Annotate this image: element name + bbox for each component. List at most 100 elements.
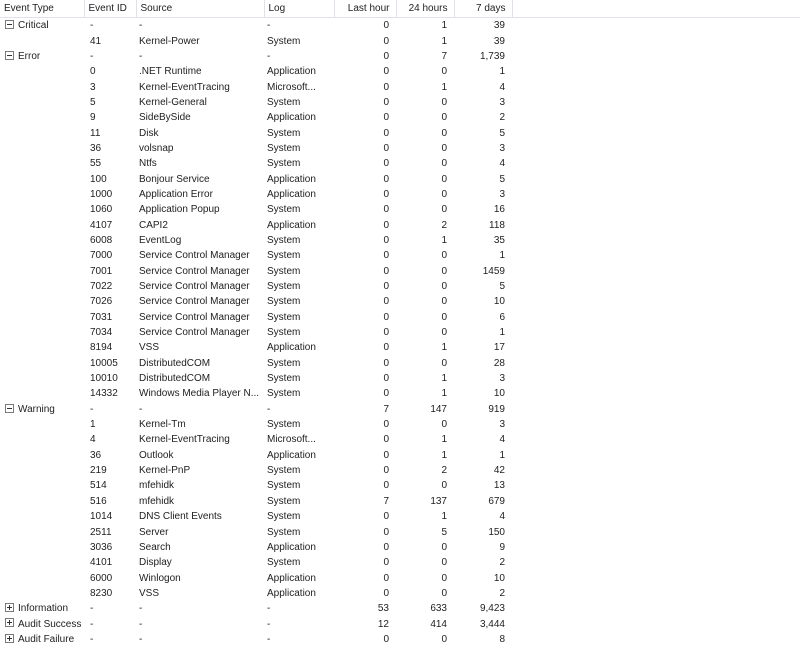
source-cell: EventLog bbox=[139, 234, 182, 246]
last-hour-cell: 0 bbox=[383, 281, 389, 293]
group-row[interactable]: Critical - - - 0 1 39 bbox=[0, 18, 512, 34]
group-row[interactable]: Warning - - - 7 147 919 bbox=[0, 402, 512, 417]
event-row[interactable]: 516 mfehidk System 7 137 679 bbox=[0, 494, 512, 509]
event-row[interactable]: 4107 CAPI2 Application 0 2 118 bbox=[0, 217, 512, 232]
event-row[interactable]: 2511 Server System 0 5 150 bbox=[0, 524, 512, 539]
source-cell: Display bbox=[139, 557, 172, 569]
event-row[interactable]: 514 mfehidk System 0 0 13 bbox=[0, 478, 512, 493]
group-type-cell[interactable]: Warning bbox=[0, 402, 84, 417]
last-7-days-cell: 17 bbox=[493, 342, 505, 354]
last-hour-cell: 0 bbox=[383, 511, 389, 523]
event-row[interactable]: 14332 Windows Media Player N... System 0 1 10 bbox=[0, 386, 512, 401]
collapse-icon[interactable] bbox=[5, 50, 14, 60]
event-row[interactable]: 1 Kernel-Tm System 0 0 3 bbox=[0, 417, 512, 432]
group-type-cell[interactable]: Audit Success bbox=[0, 616, 84, 631]
event-row[interactable]: 4101 Display System 0 0 2 bbox=[0, 555, 512, 570]
group-row[interactable]: Information - - - 53 633 9,423 bbox=[0, 601, 512, 616]
last-7-days-cell: 5 bbox=[499, 127, 505, 139]
group-type-cell[interactable]: Audit Failure bbox=[0, 632, 84, 647]
event-type-cell bbox=[0, 233, 84, 248]
event-row[interactable]: 7026 Service Control Manager System 0 0 10 bbox=[0, 294, 512, 309]
column-header-24-hours[interactable]: 24 hours bbox=[396, 0, 455, 18]
log-cell: System bbox=[267, 296, 301, 308]
event-row[interactable]: 55 Ntfs System 0 0 4 bbox=[0, 156, 512, 171]
column-header-event-id[interactable]: Event ID bbox=[84, 0, 137, 18]
log-cell: System bbox=[267, 96, 301, 108]
event-row[interactable]: 219 Kernel-PnP System 0 2 42 bbox=[0, 463, 512, 478]
event-id-cell: 7034 bbox=[90, 327, 113, 339]
last-7-days-cell: 3 bbox=[499, 96, 505, 108]
event-row[interactable]: 41 Kernel-Power System 0 1 39 bbox=[0, 33, 512, 48]
event-row[interactable]: 1014 DNS Client Events System 0 1 4 bbox=[0, 509, 512, 524]
event-row[interactable]: 0 .NET Runtime Application 0 0 1 bbox=[0, 64, 512, 79]
event-row[interactable]: 10005 DistributedCOM System 0 0 28 bbox=[0, 356, 512, 371]
last-7-days-cell: 10 bbox=[493, 296, 505, 308]
log-cell: Application bbox=[267, 541, 316, 553]
column-header-row: Event Type Event ID Source Log Last hour… bbox=[0, 0, 513, 18]
event-type-cell bbox=[0, 386, 84, 401]
event-id-cell: 5 bbox=[90, 96, 96, 108]
column-header-event-type[interactable]: Event Type bbox=[0, 0, 85, 18]
source-cell: - bbox=[139, 403, 143, 415]
event-row[interactable]: 7031 Service Control Manager System 0 0 6 bbox=[0, 310, 512, 325]
event-id-cell: 4101 bbox=[90, 557, 113, 569]
event-id-cell: 219 bbox=[90, 465, 107, 477]
source-cell: Service Control Manager bbox=[139, 250, 250, 262]
event-row[interactable]: 1060 Application Popup System 0 0 16 bbox=[0, 202, 512, 217]
column-header-7-days[interactable]: 7 days bbox=[454, 0, 513, 18]
column-header-last-hour[interactable]: Last hour bbox=[334, 0, 397, 18]
source-cell: Kernel-EventTracing bbox=[139, 81, 230, 93]
event-type-cell bbox=[0, 79, 84, 94]
event-row[interactable]: 36 volsnap System 0 0 3 bbox=[0, 141, 512, 156]
collapse-icon[interactable] bbox=[5, 403, 14, 413]
event-type-cell bbox=[0, 417, 84, 432]
event-row[interactable]: 7001 Service Control Manager System 0 0 1459 bbox=[0, 264, 512, 279]
last-hour-cell: 0 bbox=[383, 342, 389, 354]
group-row[interactable]: Audit Success - - -12 414 3,444 bbox=[0, 616, 512, 631]
event-row[interactable]: 8194 VSS Application 0 1 17 bbox=[0, 340, 512, 355]
group-type-label: Error bbox=[18, 50, 41, 62]
group-type-cell[interactable]: Error bbox=[0, 49, 84, 64]
event-row[interactable]: 9 SideBySide Application 0 0 2 bbox=[0, 110, 512, 125]
event-row[interactable]: 3036 Search Application 0 0 9 bbox=[0, 540, 512, 555]
expand-icon[interactable] bbox=[5, 618, 14, 628]
last-hour-cell: 0 bbox=[383, 250, 389, 262]
group-row[interactable]: Audit Failure - - - 0 0 8 bbox=[0, 632, 512, 647]
event-row[interactable]: 11 Disk System 0 0 5 bbox=[0, 125, 512, 140]
event-row[interactable]: 100 Bonjour Service Application 0 0 5 bbox=[0, 171, 512, 186]
last-hour-cell: 53 bbox=[377, 603, 389, 615]
last-24-hours-cell: 1 bbox=[441, 388, 447, 400]
expand-icon[interactable] bbox=[5, 603, 14, 613]
expand-icon[interactable] bbox=[5, 633, 14, 643]
last-7-days-cell: 39 bbox=[493, 20, 505, 32]
event-row[interactable]: 10010 DistributedCOM System 0 1 3 bbox=[0, 371, 512, 386]
source-cell: - bbox=[139, 50, 143, 62]
event-row[interactable]: 36 Outlook Application 0 1 1 bbox=[0, 448, 512, 463]
event-row[interactable]: 4 Kernel-EventTracing Microsoft... 0 1 4 bbox=[0, 432, 512, 447]
event-row[interactable]: 5 Kernel-General System 0 0 3 bbox=[0, 95, 512, 110]
group-type-cell[interactable]: Information bbox=[0, 601, 84, 616]
group-type-cell[interactable]: Critical bbox=[0, 18, 84, 34]
last-hour-cell: 7 bbox=[383, 403, 389, 415]
group-row[interactable]: Error - - - 0 7 1,739 bbox=[0, 49, 512, 64]
source-cell: Server bbox=[139, 526, 169, 538]
event-row[interactable]: 8230 VSS Application 0 0 2 bbox=[0, 586, 512, 601]
event-row[interactable]: 1000 Application Error Application 0 0 3 bbox=[0, 187, 512, 202]
last-7-days-cell: 150 bbox=[488, 526, 505, 538]
event-row[interactable]: 7000 Service Control Manager System 0 0 1 bbox=[0, 248, 512, 263]
event-row[interactable]: 6000 Winlogon Application 0 0 10 bbox=[0, 570, 512, 585]
last-hour-cell: 0 bbox=[383, 127, 389, 139]
column-header-source[interactable]: Source bbox=[136, 0, 265, 18]
collapse-icon[interactable] bbox=[5, 20, 14, 30]
source-cell: Application Popup bbox=[139, 204, 220, 216]
log-cell: - bbox=[267, 618, 271, 630]
event-id-cell: 4 bbox=[90, 434, 96, 446]
last-hour-cell: 0 bbox=[383, 449, 389, 461]
event-row[interactable]: 7034 Service Control Manager System 0 0 1 bbox=[0, 325, 512, 340]
column-header-log[interactable]: Log bbox=[264, 0, 335, 18]
last-24-hours-cell: 0 bbox=[441, 357, 447, 369]
event-row[interactable]: 6008 EventLog System 0 1 35 bbox=[0, 233, 512, 248]
event-row[interactable]: 3 Kernel-EventTracing Microsoft... 0 1 4 bbox=[0, 79, 512, 94]
last-hour-cell: 0 bbox=[383, 587, 389, 599]
event-row[interactable]: 7022 Service Control Manager System 0 0 5 bbox=[0, 279, 512, 294]
